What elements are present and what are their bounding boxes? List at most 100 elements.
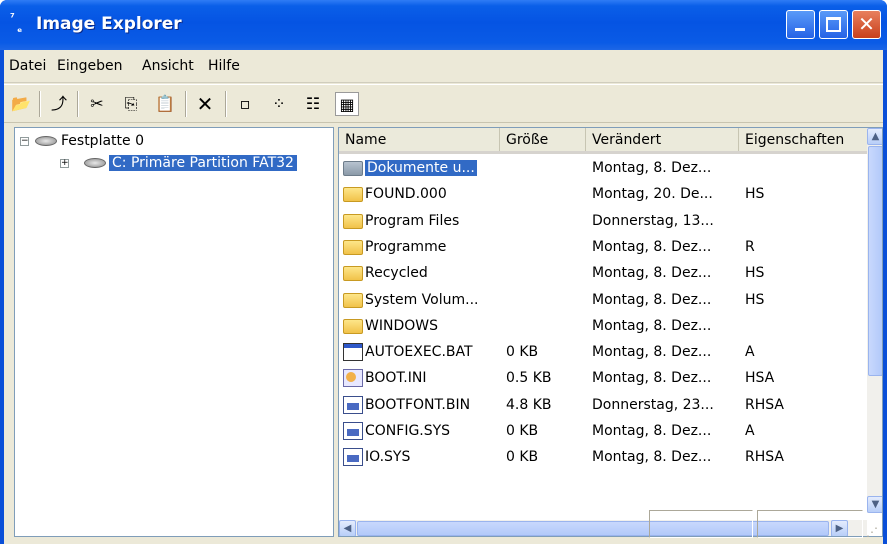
file-attributes: RHSA — [745, 396, 784, 413]
file-modified: Donnerstag, 13... — [592, 212, 714, 229]
menu-datei[interactable]: Datei — [9, 58, 46, 74]
folder-icon — [343, 318, 363, 334]
file-icon — [343, 395, 363, 414]
cut-icon[interactable]: ✂ — [85, 92, 109, 116]
collapse-icon[interactable]: − — [20, 137, 29, 146]
file-name: Recycled — [365, 265, 428, 282]
menu-eingeben[interactable]: Eingeben — [57, 58, 122, 74]
delete-icon[interactable]: ✕ — [193, 92, 217, 116]
file-icon — [343, 422, 363, 440]
toolbar-separator — [77, 91, 79, 117]
file-size: 0.5 KB — [506, 370, 552, 387]
minimize-button[interactable] — [786, 10, 815, 39]
tree-node-partition[interactable]: + C: Primäre Partition FAT32 — [17, 154, 327, 174]
file-name: IO.SYS — [365, 449, 411, 466]
paste-icon[interactable]: 📋 — [153, 92, 177, 116]
copy-icon[interactable]: ⎘ — [119, 92, 143, 116]
list-item[interactable]: Dokumente u... Montag, 8. Dez... — [339, 156, 867, 182]
list-item[interactable]: Programme Montag, 8. Dez... R — [339, 235, 867, 261]
menu-hilfe[interactable]: Hilfe — [208, 58, 240, 74]
close-button[interactable]: ✕ — [852, 10, 881, 39]
file-size: 0 KB — [506, 423, 539, 439]
status-text — [8, 510, 646, 538]
list-item[interactable]: IO.SYS 0 KB Montag, 8. Dez... RHSA — [339, 445, 867, 471]
title-bar[interactable]: ⁷ₑ Image Explorer ✕ — [0, 0, 887, 50]
minimize-icon — [795, 28, 805, 31]
file-name: BOOT.INI — [365, 370, 427, 387]
file-modified: Montag, 8. Dez... — [592, 449, 712, 466]
folder-icon — [343, 161, 363, 176]
toolbar-separator — [225, 91, 227, 117]
file-name: Program Files — [365, 212, 460, 229]
file-list: Name Größe Verändert Eigenschaften Dokum… — [338, 127, 883, 537]
open-folder-icon[interactable]: 📂 — [9, 92, 33, 116]
file-name: AUTOEXEC.BAT — [365, 344, 473, 361]
file-modified: Montag, 8. Dez... — [592, 291, 712, 308]
scroll-up-icon[interactable]: ▲ — [867, 128, 882, 145]
menu-bar: Datei Eingeben Ansicht Hilfe — [4, 50, 883, 83]
column-attributes[interactable]: Eigenschaften — [739, 128, 867, 151]
hard-disk-icon — [35, 136, 57, 146]
file-modified: Montag, 8. Dez... — [592, 423, 712, 439]
app-icon: ⁷ₑ — [10, 11, 23, 35]
column-name[interactable]: Name — [339, 128, 500, 151]
file-modified: Montag, 8. Dez... — [592, 238, 712, 255]
view-small-icons-icon[interactable]: ⁘ — [267, 92, 291, 116]
status-panel-1 — [649, 510, 753, 538]
list-header: Name Größe Verändert Eigenschaften — [339, 128, 867, 154]
file-name: CONFIG.SYS — [365, 423, 451, 439]
list-item[interactable]: Program Files Donnerstag, 13... — [339, 209, 867, 235]
vertical-scroll-thumb[interactable] — [868, 146, 882, 376]
folder-tree: − Festplatte 0 + C: Primäre Partition FA… — [14, 127, 334, 537]
scroll-down-icon[interactable]: ▼ — [867, 496, 882, 513]
list-item[interactable]: BOOTFONT.BIN 4.8 KB Donnerstag, 23... RHSA — [339, 393, 867, 419]
list-item[interactable]: Recycled Montag, 8. Dez... HS — [339, 261, 867, 287]
file-size: 0 KB — [506, 344, 539, 361]
folder-icon — [343, 239, 363, 255]
expand-icon[interactable]: + — [60, 159, 69, 168]
list-item[interactable]: BOOT.INI 0.5 KB Montag, 8. Dez... HSA — [339, 366, 867, 392]
column-size[interactable]: Größe — [500, 128, 586, 151]
file-modified: Montag, 8. Dez... — [592, 160, 712, 176]
file-attributes: R — [745, 238, 755, 255]
vertical-scrollbar[interactable]: ▲ ▼ — [867, 128, 882, 513]
toolbar-separator — [39, 91, 41, 117]
view-list-icon[interactable]: ☷ — [301, 92, 325, 116]
list-item[interactable]: CONFIG.SYS 0 KB Montag, 8. Dez... A — [339, 419, 867, 445]
folder-icon — [343, 266, 363, 282]
app-window: ⁷ₑ Image Explorer ✕ Datei Eingeben Ansic… — [0, 0, 887, 544]
list-item[interactable]: WINDOWS Montag, 8. Dez... — [339, 314, 867, 340]
file-name: FOUND.000 — [365, 186, 447, 203]
file-size: 4.8 KB — [506, 396, 552, 413]
list-item[interactable]: System Volum... Montag, 8. Dez... HS — [339, 288, 867, 314]
list-item[interactable]: AUTOEXEC.BAT 0 KB Montag, 8. Dez... A — [339, 340, 867, 366]
up-folder-icon[interactable]: ⤴ — [47, 92, 71, 116]
window-title: Image Explorer — [36, 14, 182, 34]
folder-icon — [343, 213, 363, 229]
tree-label-disk: Festplatte 0 — [61, 133, 144, 149]
file-icon — [343, 448, 363, 467]
partition-icon — [84, 158, 106, 168]
tree-node-disk[interactable]: − Festplatte 0 — [17, 132, 317, 152]
column-modified[interactable]: Verändert — [586, 128, 739, 151]
file-attributes: HS — [745, 291, 765, 308]
view-large-icons-icon[interactable]: ▫ — [233, 92, 257, 116]
file-icon — [343, 343, 363, 362]
maximize-button[interactable] — [819, 10, 848, 39]
file-name: Dokumente u... — [365, 160, 477, 176]
file-modified: Montag, 8. Dez... — [592, 317, 712, 334]
file-attributes: A — [745, 423, 755, 439]
menu-ansicht[interactable]: Ansicht — [142, 58, 194, 74]
view-details-icon[interactable]: ▦ — [335, 92, 359, 116]
resize-grip-icon[interactable]: ⋰ — [866, 525, 880, 539]
file-name: System Volum... — [365, 291, 479, 308]
file-attributes: RHSA — [745, 449, 784, 466]
folder-icon — [343, 187, 363, 203]
file-name: Programme — [365, 238, 447, 255]
file-modified: Montag, 8. Dez... — [592, 265, 712, 282]
file-modified: Montag, 20. De... — [592, 186, 713, 203]
file-size: 0 KB — [506, 449, 539, 466]
list-item[interactable]: FOUND.000 Montag, 20. De... HS — [339, 182, 867, 208]
file-name: WINDOWS — [365, 317, 438, 334]
status-panel-2 — [757, 510, 863, 538]
